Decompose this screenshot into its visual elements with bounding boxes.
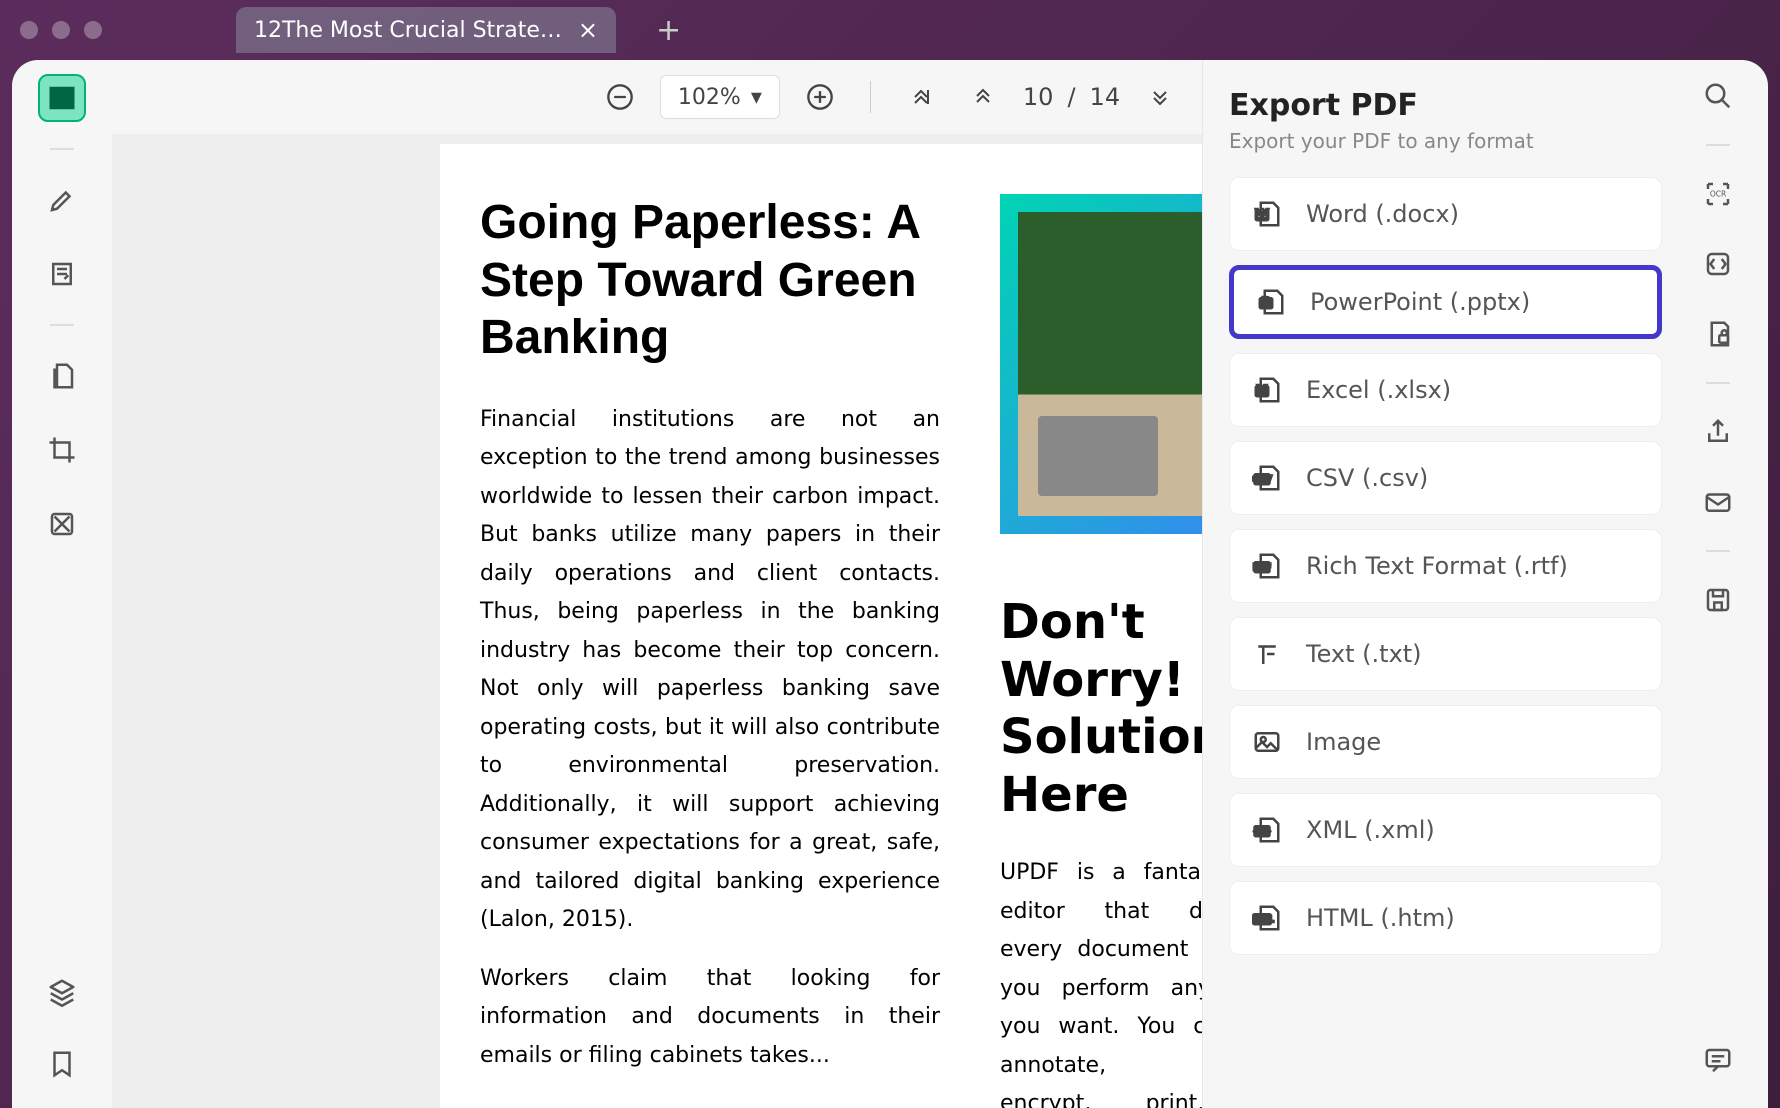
zoom-out-button[interactable] (598, 75, 642, 119)
svg-text:P: P (1261, 294, 1270, 309)
right-sidebar: OCR (1668, 60, 1768, 1108)
comment-button[interactable] (1696, 1038, 1740, 1082)
svg-text:RTF: RTF (1253, 563, 1271, 573)
svg-text:W: W (1255, 206, 1269, 221)
export-option-label: CSV (.csv) (1306, 464, 1428, 492)
export-option-csv[interactable]: CSV CSV (.csv) (1229, 441, 1662, 515)
text-file-icon (1250, 637, 1284, 671)
share-button[interactable] (1696, 410, 1740, 454)
image-file-icon (1250, 725, 1284, 759)
left-sidebar (12, 60, 112, 1108)
svg-text:</>: </> (1253, 827, 1271, 837)
page-separator: / (1067, 83, 1075, 111)
sidebar-divider (1706, 144, 1730, 146)
sidebar-divider (1706, 382, 1730, 384)
export-option-label: Excel (.xlsx) (1306, 376, 1451, 404)
search-button[interactable] (1696, 74, 1740, 118)
bookmark-button[interactable] (38, 1040, 86, 1088)
export-option-label: PowerPoint (.pptx) (1310, 288, 1530, 316)
xml-file-icon: </> (1250, 813, 1284, 847)
crop-tool-button[interactable] (38, 426, 86, 474)
export-option-xml[interactable]: </> XML (.xml) (1229, 793, 1662, 867)
edit-tool-button[interactable] (38, 250, 86, 298)
total-pages: 14 (1090, 83, 1121, 111)
excel-file-icon: X (1250, 373, 1284, 407)
export-option-label: Word (.docx) (1306, 200, 1459, 228)
word-file-icon: W (1250, 197, 1284, 231)
export-option-label: Image (1306, 728, 1381, 756)
csv-file-icon: CSV (1250, 461, 1284, 495)
sidebar-divider (50, 324, 74, 326)
export-option-html[interactable]: HTML HTML (.htm) (1229, 881, 1662, 955)
powerpoint-file-icon: P (1254, 285, 1288, 319)
sidebar-divider (1706, 550, 1730, 552)
document-tab[interactable]: 12The Most Crucial Strategies for... × (236, 7, 616, 53)
pages-tool-button[interactable] (38, 352, 86, 400)
rtf-file-icon: RTF (1250, 549, 1284, 583)
ocr-button[interactable]: OCR (1696, 172, 1740, 216)
new-tab-button[interactable]: + (656, 13, 681, 48)
chevron-down-icon: ▾ (751, 85, 762, 110)
titlebar: 12The Most Crucial Strategies for... × + (0, 0, 1780, 60)
export-option-word[interactable]: W Word (.docx) (1229, 177, 1662, 251)
page-indicator: 10 / 14 (1023, 83, 1120, 111)
next-page-button[interactable] (1138, 75, 1182, 119)
sidebar-divider (50, 148, 74, 150)
highlight-tool-button[interactable] (38, 176, 86, 224)
svg-text:OCR: OCR (1710, 190, 1726, 199)
article-paragraph: Workers claim that looking for informati… (480, 960, 940, 1076)
html-file-icon: HTML (1250, 901, 1284, 935)
protect-button[interactable] (1696, 312, 1740, 356)
export-option-label: Text (.txt) (1306, 640, 1422, 668)
window-maximize-dot[interactable] (84, 21, 102, 39)
convert-button[interactable] (1696, 242, 1740, 286)
zoom-value: 102% (678, 85, 741, 110)
app-window: 102% ▾ 10 / 14 (12, 60, 1768, 1108)
export-option-label: XML (.xml) (1306, 816, 1435, 844)
article-paragraph: Financial institutions are not an except… (480, 401, 940, 940)
prev-page-button[interactable] (961, 75, 1005, 119)
close-tab-icon[interactable]: × (578, 16, 598, 44)
window-minimize-dot[interactable] (52, 21, 70, 39)
export-option-powerpoint[interactable]: P PowerPoint (.pptx) (1229, 265, 1662, 339)
export-option-text[interactable]: Text (.txt) (1229, 617, 1662, 691)
export-option-excel[interactable]: X Excel (.xlsx) (1229, 353, 1662, 427)
redact-tool-button[interactable] (38, 500, 86, 548)
tab-title: 12The Most Crucial Strategies for... (254, 18, 566, 43)
zoom-level-selector[interactable]: 102% ▾ (660, 75, 780, 119)
svg-text:HTML: HTML (1252, 915, 1274, 924)
export-option-rtf[interactable]: RTF Rich Text Format (.rtf) (1229, 529, 1662, 603)
mail-button[interactable] (1696, 480, 1740, 524)
reader-mode-button[interactable] (38, 74, 86, 122)
panel-subtitle: Export your PDF to any format (1229, 129, 1662, 153)
save-button[interactable] (1696, 578, 1740, 622)
layers-button[interactable] (38, 968, 86, 1016)
window-close-dot[interactable] (20, 21, 38, 39)
first-page-button[interactable] (899, 75, 943, 119)
export-option-label: HTML (.htm) (1306, 904, 1455, 932)
export-panel: Export PDF Export your PDF to any format… (1202, 60, 1682, 1108)
svg-text:CSV: CSV (1252, 475, 1272, 485)
svg-text:X: X (1257, 382, 1267, 397)
zoom-in-button[interactable] (798, 75, 842, 119)
toolbar-separator (870, 81, 871, 113)
article-heading-1: Going Paperless: A Step Toward Green Ban… (480, 194, 940, 367)
export-option-label: Rich Text Format (.rtf) (1306, 552, 1568, 580)
current-page[interactable]: 10 (1023, 83, 1054, 111)
export-option-image[interactable]: Image (1229, 705, 1662, 779)
panel-title: Export PDF (1229, 88, 1662, 123)
